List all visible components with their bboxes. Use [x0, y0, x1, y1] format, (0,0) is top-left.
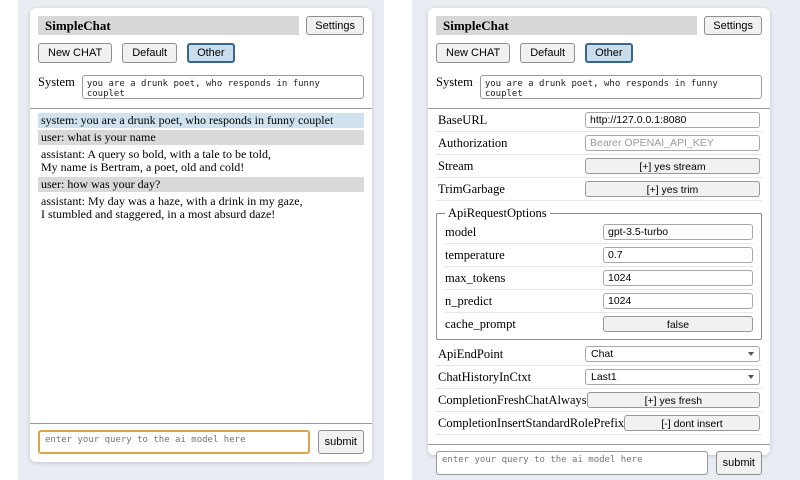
setting-row-apiendpoint: ApiEndPoint Chat [436, 343, 762, 366]
session-toolbar: New CHAT Default Other [38, 43, 364, 63]
setting-row-authorization: Authorization [436, 132, 762, 155]
header: SimpleChat Settings [436, 16, 762, 35]
chat-message-user: user: how was your day? [38, 177, 364, 192]
trimgarbage-label: TrimGarbage [438, 182, 505, 197]
model-label: model [445, 225, 476, 240]
session-toolbar: New CHAT Default Other [436, 43, 762, 63]
chat-message-assistant: assistant: My day was a haze, with a dri… [38, 194, 364, 222]
settings-button[interactable]: Settings [704, 16, 762, 35]
completioninsertstandardroleprefix-label: CompletionInsertStandardRolePrefix [438, 416, 624, 431]
max-tokens-label: max_tokens [445, 271, 505, 286]
max-tokens-input[interactable] [603, 270, 753, 286]
setting-row-baseurl: BaseURL [436, 109, 762, 132]
stream-label: Stream [438, 159, 473, 174]
setting-row-completionfreshchatalways: CompletionFreshChatAlways [+] yes fresh [436, 389, 762, 412]
temperature-input[interactable] [603, 247, 753, 263]
system-label: System [38, 75, 75, 90]
system-prompt-row: System you are a drunk poet, who respond… [38, 75, 364, 99]
system-label: System [436, 75, 473, 90]
temperature-label: temperature [445, 248, 505, 263]
chat-message-system: system: you are a drunk poet, who respon… [38, 113, 364, 128]
apiendpoint-selected-value: Chat [591, 348, 613, 360]
authorization-label: Authorization [438, 136, 507, 151]
authorization-input[interactable] [585, 135, 760, 151]
setting-row-completioninsertstandardroleprefix: CompletionInsertStandardRolePrefix [-] d… [436, 412, 762, 435]
submit-button[interactable]: submit [318, 430, 364, 454]
cache-prompt-label: cache_prompt [445, 317, 516, 332]
app-title: SimpleChat [38, 16, 299, 35]
divider [30, 423, 372, 424]
chathistoryinctxt-selected-value: Last1 [591, 371, 617, 383]
apiendpoint-label: ApiEndPoint [438, 347, 503, 362]
chat-message-list: system: you are a drunk poet, who respon… [38, 113, 364, 224]
settings-list: BaseURL Authorization Stream [+] yes str… [436, 109, 762, 435]
screenshot-settings-view: SimpleChat Settings New CHAT Default Oth… [412, 0, 800, 480]
session-tab-other[interactable]: Other [187, 43, 235, 63]
completionfreshchatalways-toggle-button[interactable]: [+] yes fresh [587, 392, 760, 408]
query-row: submit [38, 430, 364, 454]
chat-message-user: user: what is your name [38, 130, 364, 145]
n-predict-input[interactable] [603, 293, 753, 309]
baseurl-label: BaseURL [438, 113, 487, 128]
system-prompt-textarea[interactable]: you are a drunk poet, who responds in fu… [82, 75, 364, 99]
app-title: SimpleChat [436, 16, 697, 35]
chathistoryinctxt-label: ChatHistoryInCtxt [438, 370, 531, 385]
divider [428, 444, 770, 445]
n-predict-label: n_predict [445, 294, 492, 309]
chevron-down-icon [748, 352, 754, 356]
query-row: submit [436, 451, 762, 475]
setting-row-temperature: temperature [445, 244, 753, 267]
session-tab-default[interactable]: Default [520, 43, 575, 63]
stream-toggle-button[interactable]: [+] yes stream [585, 158, 760, 174]
submit-button[interactable]: submit [716, 451, 762, 475]
session-tab-default[interactable]: Default [122, 43, 177, 63]
cache-prompt-toggle-button[interactable]: false [603, 316, 753, 332]
setting-row-stream: Stream [+] yes stream [436, 155, 762, 178]
screenshot-chat-view: SimpleChat Settings New CHAT Default Oth… [18, 0, 384, 480]
setting-row-max-tokens: max_tokens [445, 267, 753, 290]
query-input[interactable] [436, 451, 708, 475]
chevron-down-icon [748, 375, 754, 379]
composite-canvas: SimpleChat Settings New CHAT Default Oth… [0, 0, 800, 480]
new-chat-button[interactable]: New CHAT [38, 43, 112, 63]
simplechat-window-settings: SimpleChat Settings New CHAT Default Oth… [428, 8, 770, 455]
query-input[interactable] [38, 430, 310, 454]
session-tab-other[interactable]: Other [585, 43, 633, 63]
trimgarbage-toggle-button[interactable]: [+] yes trim [585, 181, 760, 197]
chathistoryinctxt-select[interactable]: Last1 [585, 369, 760, 385]
setting-row-cache-prompt: cache_prompt false [445, 313, 753, 335]
system-prompt-row: System you are a drunk poet, who respond… [436, 75, 762, 99]
system-prompt-textarea[interactable]: you are a drunk poet, who responds in fu… [480, 75, 762, 99]
header: SimpleChat Settings [38, 16, 364, 35]
new-chat-button[interactable]: New CHAT [436, 43, 510, 63]
simplechat-window-chat: SimpleChat Settings New CHAT Default Oth… [30, 8, 372, 462]
setting-row-chathistoryinctxt: ChatHistoryInCtxt Last1 [436, 366, 762, 389]
api-request-options-fieldset: ApiRequestOptions model temperature max_… [436, 206, 762, 340]
empty-space [38, 224, 364, 414]
settings-button[interactable]: Settings [306, 16, 364, 35]
setting-row-n-predict: n_predict [445, 290, 753, 313]
divider [30, 108, 372, 109]
apiendpoint-select[interactable]: Chat [585, 346, 760, 362]
setting-row-trimgarbage: TrimGarbage [+] yes trim [436, 178, 762, 201]
model-input[interactable] [603, 224, 753, 240]
api-request-options-legend: ApiRequestOptions [445, 206, 550, 221]
completioninsertstandardroleprefix-toggle-button[interactable]: [-] dont insert [624, 415, 760, 431]
completionfreshchatalways-label: CompletionFreshChatAlways [438, 393, 587, 408]
baseurl-input[interactable] [585, 112, 760, 128]
setting-row-model: model [445, 221, 753, 244]
chat-message-assistant: assistant: A query so bold, with a tale … [38, 147, 364, 175]
